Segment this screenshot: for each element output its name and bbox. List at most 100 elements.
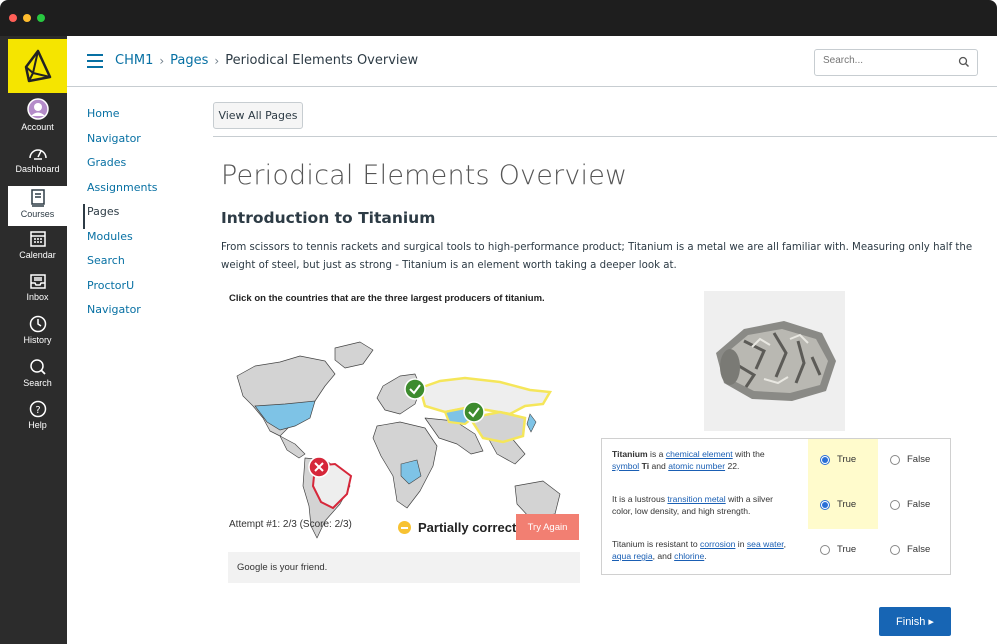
breadcrumb: CHM1 › Pages › Periodical Elements Overv… [115, 53, 418, 68]
section-heading: Introduction to Titanium [221, 209, 436, 227]
map-usa [254, 400, 316, 431]
view-all-pages-button[interactable]: View All Pages [213, 102, 303, 129]
global-nav-search[interactable]: Search [8, 358, 67, 398]
global-nav-account[interactable]: Account [8, 98, 67, 140]
result-status: Partially correct [398, 520, 516, 535]
statement-link[interactable]: sea water [747, 539, 784, 549]
tf-row: Titanium is resistant to corrosion in se… [602, 529, 950, 574]
app-window: Account Dashboard Courses Calendar Inbox… [0, 0, 997, 644]
course-nav-navigator[interactable]: Navigator [87, 131, 197, 156]
global-nav-label: Help [28, 420, 47, 430]
try-again-button[interactable]: Try Again [516, 514, 579, 540]
course-nav-proctoru[interactable]: ProctorU [87, 278, 197, 303]
statement-text: and [649, 461, 669, 471]
statement-text: . [704, 551, 707, 561]
chevron-right-icon: › [159, 53, 165, 68]
search-input[interactable] [823, 55, 953, 66]
chevron-right-icon: › [214, 53, 220, 68]
svg-text:?: ? [35, 405, 40, 416]
statement-link[interactable]: atomic number [668, 461, 725, 471]
history-icon [29, 315, 46, 333]
course-navigation: Home Navigator Grades Assignments Pages … [83, 106, 197, 327]
title-bar [0, 0, 997, 36]
global-nav-label: Courses [20, 209, 55, 219]
option-label: False [907, 454, 931, 465]
wrong-x-icon [308, 456, 330, 478]
brand-logo[interactable] [8, 39, 67, 93]
statement-link[interactable]: chlorine [674, 551, 704, 561]
true-option[interactable]: True [820, 454, 856, 465]
attempt-score: Attempt #1: 2/3 (Score: 2/3) [229, 519, 352, 530]
statement-text: , [783, 539, 787, 549]
course-nav-home[interactable]: Home [87, 106, 197, 131]
course-nav-modules[interactable]: Modules [87, 229, 197, 254]
course-nav-grades[interactable]: Grades [87, 155, 197, 180]
calendar-icon [29, 231, 46, 247]
close-window-button[interactable] [9, 14, 17, 22]
map-japan [526, 413, 537, 433]
global-nav-courses[interactable]: Courses [8, 186, 67, 226]
quiz-question: Click on the countries that are the thre… [229, 293, 545, 304]
option-label: True [837, 544, 857, 555]
logo-icon [24, 49, 51, 83]
false-option[interactable]: False [890, 499, 930, 510]
statement-text: with the [732, 449, 765, 459]
false-option[interactable]: False [890, 454, 930, 465]
check-icon [463, 401, 485, 423]
option-label: True [837, 454, 857, 465]
statement-link[interactable]: corrosion [700, 539, 735, 549]
course-nav-search[interactable]: Search [87, 253, 197, 278]
global-nav-help[interactable]: ? Help [8, 400, 67, 440]
radio-button[interactable] [820, 499, 830, 510]
statement-link[interactable]: aqua regia [612, 551, 653, 561]
course-nav-assignments[interactable]: Assignments [87, 180, 197, 205]
maximize-window-button[interactable] [37, 14, 45, 22]
course-nav-navigator-2[interactable]: Navigator [87, 302, 197, 327]
tf-statement: Titanium is a chemical element with the … [612, 448, 787, 472]
course-nav-pages[interactable]: Pages [83, 204, 197, 229]
breadcrumb-pages[interactable]: Pages [170, 53, 208, 68]
true-option[interactable]: True [820, 544, 856, 555]
intro-paragraph: From scissors to tennis rackets and surg… [221, 242, 973, 271]
radio-button[interactable] [890, 499, 900, 510]
radio-button[interactable] [890, 544, 900, 555]
dashboard-icon [28, 149, 47, 160]
minimize-window-button[interactable] [23, 14, 31, 22]
statement-text: 22. [725, 461, 740, 471]
global-nav-label: Account [21, 122, 54, 132]
search-box [814, 49, 978, 76]
help-icon: ? [29, 400, 46, 418]
global-nav-inbox[interactable]: Inbox [8, 272, 67, 312]
false-option[interactable]: False [890, 544, 930, 555]
true-false-table: Titanium is a chemical element with the … [601, 438, 951, 575]
statement-link[interactable]: symbol [612, 461, 639, 471]
statement-text: Titanium is resistant to [612, 539, 701, 549]
tf-statement: Titanium is resistant to corrosion in se… [612, 538, 787, 562]
global-nav-label: Inbox [26, 292, 49, 302]
tf-statement: It is a lustrous transition metal with a… [612, 493, 787, 517]
statement-text: It is a lustrous [612, 494, 668, 504]
world-map[interactable] [225, 326, 585, 541]
finish-button[interactable]: Finish ▸ [879, 607, 951, 636]
global-nav-history[interactable]: History [8, 315, 67, 355]
tf-row: It is a lustrous transition metal with a… [602, 484, 950, 529]
breadcrumb-current: Periodical Elements Overview [225, 53, 419, 68]
search-icon[interactable] [958, 56, 970, 68]
statement-text: in [735, 539, 747, 549]
statement-text: , and [652, 551, 675, 561]
global-nav-label: Calendar [19, 250, 56, 260]
option-label: False [907, 499, 931, 510]
statement-link[interactable]: transition metal [667, 494, 725, 504]
hint-box: Google is your friend. [228, 552, 580, 583]
radio-button[interactable] [890, 454, 900, 465]
global-nav-dashboard[interactable]: Dashboard [8, 144, 67, 184]
breadcrumb-course[interactable]: CHM1 [115, 53, 153, 68]
account-icon [26, 98, 49, 120]
true-option[interactable]: True [820, 499, 856, 510]
global-nav-calendar[interactable]: Calendar [8, 230, 67, 270]
statement-bold: Titanium [612, 449, 648, 459]
statement-link[interactable]: chemical element [666, 449, 733, 459]
radio-button[interactable] [820, 454, 830, 465]
radio-button[interactable] [820, 544, 830, 555]
hamburger-menu-icon[interactable] [87, 54, 103, 68]
